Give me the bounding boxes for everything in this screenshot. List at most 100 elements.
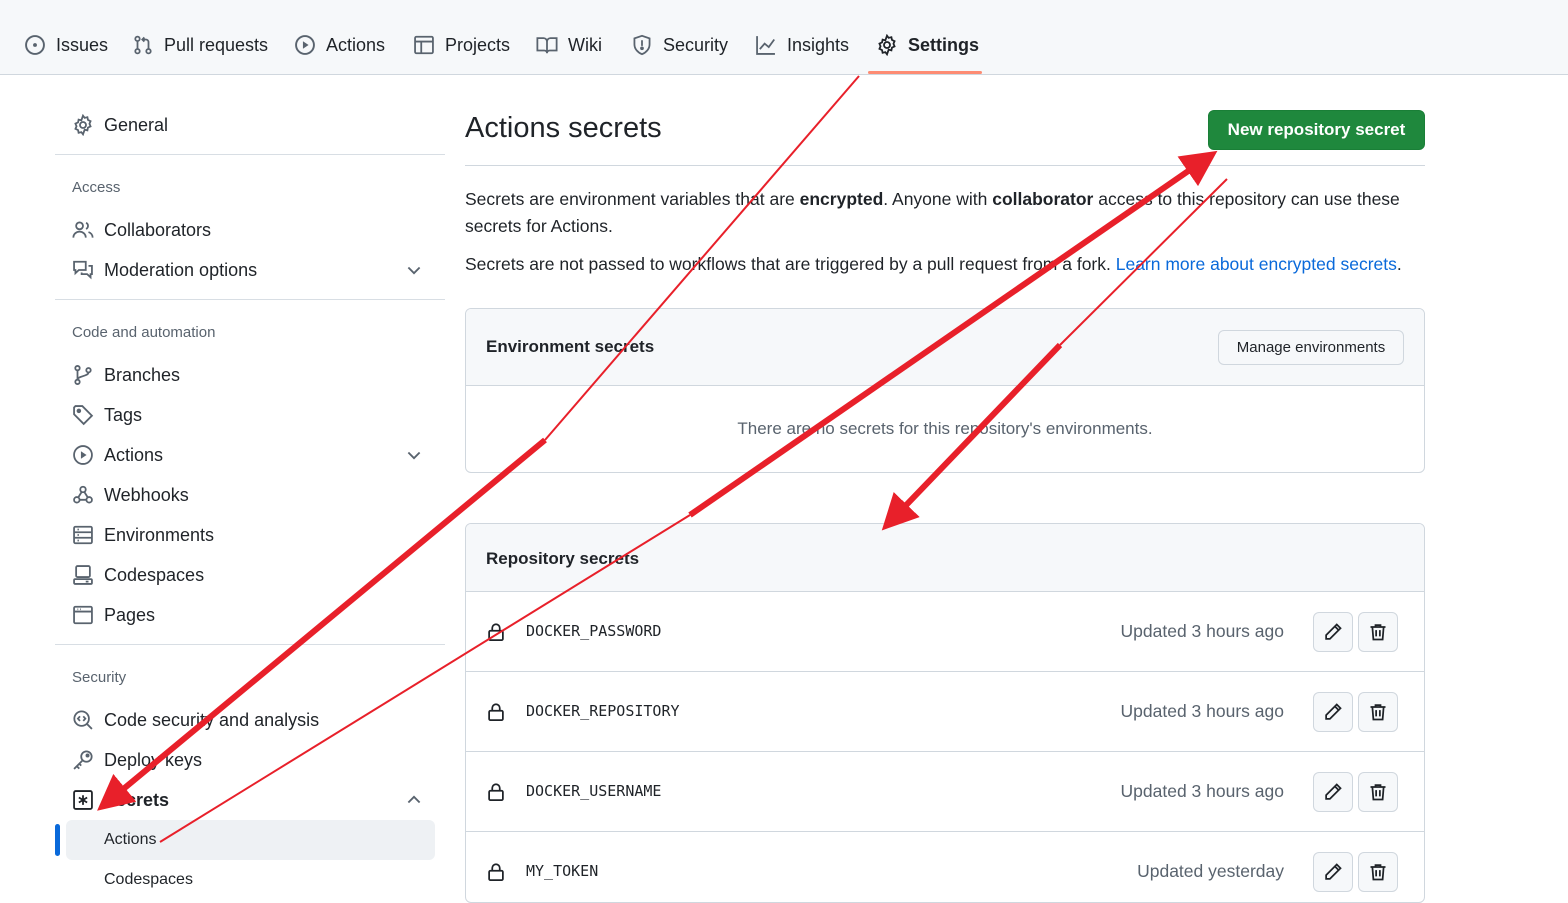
desc-text: . [1396,254,1402,274]
tab-pull-requests[interactable]: Pull requests [132,28,268,62]
tab-projects[interactable]: Projects [413,28,510,62]
repository-secrets-title: Repository secrets [486,549,640,568]
secret-row: DOCKER_REPOSITORY Updated 3 hours ago [466,671,1424,751]
secrets-description: Secrets are environment variables that a… [465,186,1405,240]
empty-state-message: There are no secrets for this repository… [737,419,1153,438]
tab-label: Settings [908,34,980,55]
delete-secret-button[interactable] [1358,612,1398,652]
secret-updated: Updated 3 hours ago [1120,701,1284,721]
trash-icon [1370,864,1386,881]
gear-icon [72,114,94,136]
delete-secret-button[interactable] [1358,692,1398,732]
tab-label: Security [663,34,729,55]
sidebar-heading-code-automation: Code and automation [72,324,216,341]
key-icon [72,749,94,771]
chevron-down-icon[interactable] [404,260,424,280]
edit-secret-button[interactable] [1313,852,1353,892]
sidebar-item-deploy-keys[interactable]: Deploy keys [72,743,434,777]
sidebar-item-label: Pages [104,604,156,625]
sidebar-item-label: Actions [104,444,164,465]
chevron-up-icon[interactable] [404,790,424,810]
repository-secrets-box: Repository secrets DOCKER_PASSWORD Updat… [465,523,1425,903]
shield-icon [631,34,653,56]
sidebar-item-branches[interactable]: Branches [72,358,434,392]
table-icon [413,34,435,56]
edit-secret-button[interactable] [1313,612,1353,652]
secret-updated: Updated yesterday [1137,861,1284,881]
sidebar-subitem-actions[interactable]: Actions [66,820,435,860]
sidebar-heading-security: Security [72,669,127,686]
sidebar-item-label: Code security and analysis [104,709,320,730]
repository-secrets-header: Repository secrets [466,524,1424,591]
sidebar-item-secrets[interactable]: Secrets [72,783,434,817]
graph-icon [755,34,777,56]
edit-secret-button[interactable] [1313,772,1353,812]
sidebar-item-label: Tags [104,404,143,425]
git-branch-icon [72,364,94,386]
desc-text: . Anyone with [883,189,993,209]
sidebar-item-actions[interactable]: Actions [72,438,434,472]
desc-text: Secrets are environment variables that a… [465,189,800,209]
title-divider [465,165,1425,166]
sidebar-item-moderation[interactable]: Moderation options [72,253,434,287]
play-icon [72,444,94,466]
key-asterisk-icon [72,789,94,811]
delete-secret-button[interactable] [1358,772,1398,812]
tab-wiki[interactable]: Wiki [536,28,602,62]
lock-icon [486,782,506,802]
desc-emphasis: encrypted [799,189,884,209]
learn-more-link[interactable]: Learn more about encrypted secrets [1116,254,1397,274]
pencil-icon [1325,863,1342,880]
sidebar-divider [55,154,445,155]
sidebar-divider [55,299,445,300]
sidebar-item-general[interactable]: General [72,108,434,142]
tab-label: Insights [787,34,850,55]
fork-note: Secrets are not passed to workflows that… [465,251,1405,278]
codescan-icon [72,709,94,731]
tab-settings[interactable]: Settings [876,28,979,62]
tab-insights[interactable]: Insights [755,28,849,62]
sidebar-item-collaborators[interactable]: Collaborators [72,213,434,247]
environment-secrets-header: Environment secrets Manage environments [466,309,1424,386]
edit-secret-button[interactable] [1313,692,1353,732]
book-icon [536,34,558,56]
lock-icon [486,862,506,882]
tab-label: Actions [326,34,386,55]
git-pull-request-icon [132,34,154,56]
page-title: Actions secrets [465,112,662,144]
sidebar-item-label: General [104,114,169,135]
sidebar-item-label: Environments [104,524,215,545]
secret-updated: Updated 3 hours ago [1120,621,1284,641]
sidebar-item-code-security[interactable]: Code security and analysis [72,703,434,737]
tab-actions[interactable]: Actions [294,28,385,62]
gear-icon [876,34,898,56]
desc-text: Secrets are not passed to workflows that… [465,254,1116,274]
sidebar-item-codespaces[interactable]: Codespaces [72,558,434,592]
trash-icon [1370,784,1386,801]
trash-icon [1370,624,1386,641]
tab-label: Issues [56,34,109,55]
sidebar-item-webhooks[interactable]: Webhooks [72,478,434,512]
sidebar-subitem-codespaces[interactable]: Codespaces [66,860,435,900]
tab-issues[interactable]: Issues [24,28,108,62]
manage-environments-button[interactable]: Manage environments [1218,330,1404,365]
new-repository-secret-button[interactable]: New repository secret [1208,110,1425,150]
sidebar-item-label: Secrets [104,789,170,810]
sidebar-item-environments[interactable]: Environments [72,518,434,552]
environment-secrets-box: Environment secrets Manage environments … [465,308,1425,473]
active-item-indicator [55,824,60,856]
sidebar-item-label: Deploy keys [104,749,203,770]
codespaces-icon [72,564,94,586]
sidebar-divider [55,644,445,645]
tab-label: Pull requests [164,34,269,55]
delete-secret-button[interactable] [1358,852,1398,892]
browser-icon [72,604,94,626]
pencil-icon [1325,623,1342,640]
people-icon [72,219,94,241]
tab-label: Projects [445,34,511,55]
chevron-down-icon[interactable] [404,445,424,465]
sidebar-item-tags[interactable]: Tags [72,398,434,432]
tab-security[interactable]: Security [631,28,728,62]
sidebar-item-pages[interactable]: Pages [72,598,434,632]
selected-tab-underline [868,71,982,74]
